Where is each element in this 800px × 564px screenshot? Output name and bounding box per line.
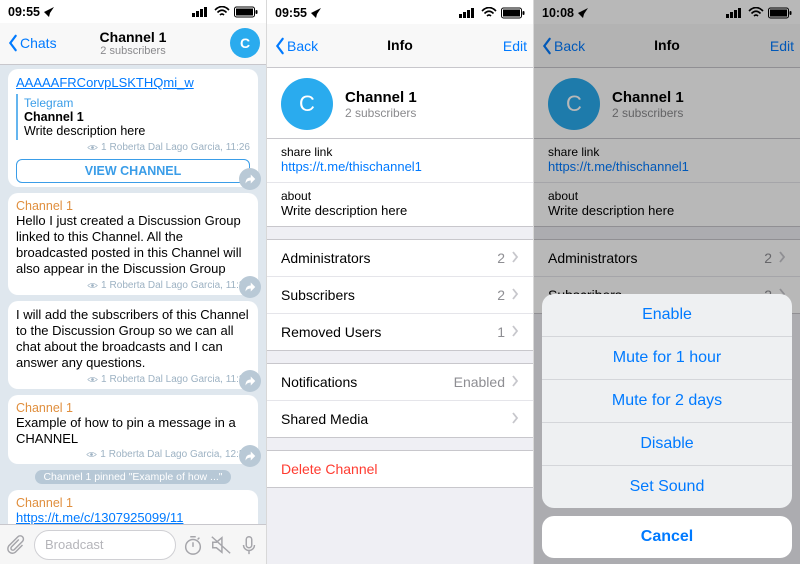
channel-name: Channel 1: [16, 401, 250, 415]
link-text[interactable]: https://t.me/c/1307925099/11: [16, 510, 250, 524]
status-bar: 09:55: [267, 0, 533, 24]
subscribers-row[interactable]: Subscribers2: [267, 276, 533, 313]
channel-name: Channel 1: [16, 199, 250, 213]
back-button[interactable]: Chats: [6, 34, 57, 52]
mute-icon[interactable]: [210, 534, 232, 556]
preview-title: Channel 1: [24, 110, 250, 124]
sheet-set-sound[interactable]: Set Sound: [542, 465, 792, 508]
chat-scroll[interactable]: AAAAAFRCorvpLSKTHQmi_w Telegram Channel …: [0, 65, 266, 524]
sheet-disable[interactable]: Disable: [542, 422, 792, 465]
phone-info: 09:55 Back Info Edit C Channel 12 subscr…: [266, 0, 533, 564]
chevron-right-icon: [511, 324, 519, 340]
settings-section: NotificationsEnabled Shared Media: [267, 363, 533, 438]
chevron-right-icon: [778, 250, 786, 266]
share-icon[interactable]: [239, 276, 261, 298]
avatar[interactable]: C: [230, 28, 260, 58]
back-button[interactable]: Back: [273, 37, 318, 55]
channel-name: Channel 1: [16, 496, 250, 510]
removed-users-row[interactable]: Removed Users1: [267, 313, 533, 350]
phone-info-sheet: 10:08 Back Info Edit C Channel 12 subscr…: [533, 0, 800, 564]
channel-subtitle: 2 subscribers: [345, 106, 417, 120]
back-label: Chats: [20, 35, 57, 51]
status-time: 09:55: [8, 5, 40, 19]
message[interactable]: I will add the subscribers of this Chann…: [8, 301, 258, 389]
edit-button[interactable]: Edit: [503, 38, 527, 54]
edit-button[interactable]: Edit: [770, 38, 794, 54]
info-scroll[interactable]: C Channel 12 subscribers share linkhttps…: [267, 68, 533, 564]
location-icon: [311, 8, 321, 18]
status-time: 09:55: [275, 6, 307, 20]
share-icon[interactable]: [239, 168, 261, 190]
avatar[interactable]: C: [281, 78, 333, 130]
channel-title: Channel 1: [612, 89, 684, 106]
message[interactable]: Channel 1 Hello I just created a Discuss…: [8, 193, 258, 295]
channel-header: C Channel 12 subscribers: [267, 68, 533, 139]
administrators-row: Administrators2: [534, 240, 800, 276]
broadcast-input[interactable]: Broadcast: [34, 530, 176, 560]
sheet-cancel[interactable]: Cancel: [542, 516, 792, 558]
message-text: I will add the subscribers of this Chann…: [16, 307, 250, 372]
message-link-card[interactable]: AAAAAFRCorvpLSKTHQmi_w Telegram Channel …: [8, 69, 258, 187]
pinned-chip[interactable]: Channel 1 pinned "Example of how ...": [35, 470, 230, 484]
location-icon: [44, 7, 54, 17]
status-right: [459, 7, 525, 19]
channel-header: C Channel 12 subscribers: [534, 68, 800, 139]
channel-subtitle: 2 subscribers: [612, 106, 684, 120]
share-link-row[interactable]: share linkhttps://t.me/thischannel1: [267, 139, 533, 182]
chevron-right-icon: [511, 250, 519, 266]
phone-chat: 09:55 Chats Channel 1 2 subscribers C AA…: [0, 0, 266, 564]
link-text[interactable]: AAAAAFRCorvpLSKTHQmi_w: [16, 75, 250, 90]
status-right: [192, 6, 258, 18]
sheet-mute-2d[interactable]: Mute for 2 days: [542, 379, 792, 422]
nav-bar: Chats Channel 1 2 subscribers C: [0, 23, 266, 65]
location-icon: [578, 8, 588, 18]
sheet-mute-1h[interactable]: Mute for 1 hour: [542, 336, 792, 379]
chevron-right-icon: [511, 374, 519, 390]
chevron-right-icon: [511, 411, 519, 427]
status-bar: 10:08: [534, 0, 800, 24]
views-icon: [87, 142, 98, 153]
status-time: 10:08: [542, 6, 574, 20]
chevron-right-icon: [511, 287, 519, 303]
view-channel-button[interactable]: VIEW CHANNEL: [16, 159, 250, 183]
mic-icon[interactable]: [238, 534, 260, 556]
message-text: Hello I just created a Discussion Group …: [16, 213, 250, 278]
views-icon: [86, 449, 97, 460]
nav-bar: Back Info Edit: [534, 24, 800, 68]
management-section: Administrators2 Subscribers2 Removed Use…: [267, 239, 533, 351]
status-bar: 09:55: [0, 0, 266, 23]
input-bar: Broadcast: [0, 524, 266, 564]
back-button[interactable]: Back: [540, 37, 585, 55]
preview-site: Telegram: [24, 96, 250, 110]
attach-icon[interactable]: [6, 534, 28, 556]
link-preview: Telegram Channel 1 Write description her…: [16, 94, 250, 140]
message-text: Example of how to pin a message in a CHA…: [16, 415, 250, 448]
message[interactable]: Channel 1 Example of how to pin a messag…: [8, 395, 258, 465]
channel-title: Channel 1: [345, 89, 417, 106]
nav-bar: Back Info Edit: [267, 24, 533, 68]
sheet-enable[interactable]: Enable: [542, 294, 792, 336]
views-icon: [87, 374, 98, 385]
avatar: C: [548, 78, 600, 130]
delete-section: Delete Channel: [267, 450, 533, 488]
about-row: aboutWrite description here: [534, 182, 800, 226]
shared-media-row[interactable]: Shared Media: [267, 400, 533, 437]
delete-channel-button[interactable]: Delete Channel: [267, 451, 533, 487]
share-icon[interactable]: [239, 370, 261, 392]
action-sheet: Enable Mute for 1 hour Mute for 2 days D…: [542, 294, 792, 558]
message[interactable]: Channel 1 https://t.me/c/1307925099/11 1…: [8, 490, 258, 524]
status-right: [726, 7, 792, 19]
timer-icon[interactable]: [182, 534, 204, 556]
views-icon: [87, 280, 98, 291]
administrators-row[interactable]: Administrators2: [267, 240, 533, 276]
about-row: aboutWrite description here: [267, 182, 533, 226]
notifications-row[interactable]: NotificationsEnabled: [267, 364, 533, 400]
share-link-row: share linkhttps://t.me/thischannel1: [534, 139, 800, 182]
preview-desc: Write description here: [24, 124, 250, 138]
share-icon[interactable]: [239, 445, 261, 467]
